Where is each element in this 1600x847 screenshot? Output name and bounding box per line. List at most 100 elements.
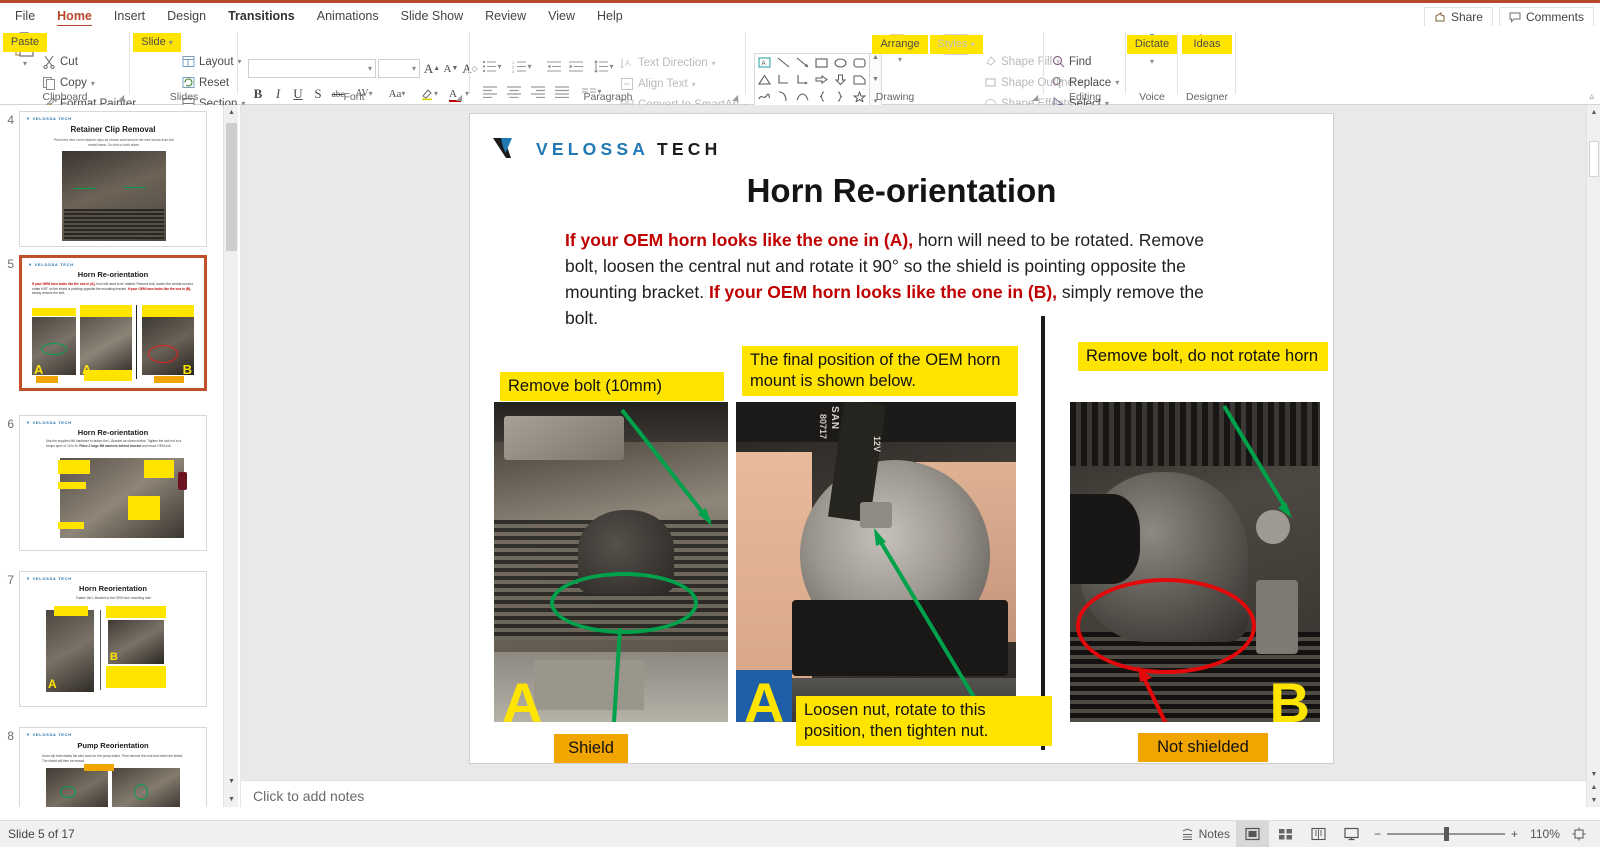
slide-counter[interactable]: Slide 5 of 17 (8, 827, 75, 841)
shape-right-arrow-icon[interactable] (812, 71, 831, 88)
bullets-button[interactable]: ▾ (480, 57, 504, 76)
shape-rounded-rect-icon[interactable] (850, 54, 869, 71)
callout-final-position[interactable]: The final position of the OEM horn mount… (742, 346, 1018, 396)
view-slide-sorter-button[interactable] (1269, 821, 1302, 847)
quick-styles-caret-icon[interactable]: ▾ (970, 39, 974, 50)
view-reading-button[interactable] (1302, 821, 1335, 847)
thumbnail-canvas-5[interactable]: ▼ VELOSSA TECH Horn Re-orientation If yo… (19, 255, 207, 391)
tab-review[interactable]: Review (474, 7, 537, 26)
line-spacing-button[interactable]: ▾ (592, 57, 616, 76)
numbering-button[interactable]: 123 ▾ (510, 57, 534, 76)
font-dialog-launcher[interactable]: ◢ (456, 93, 462, 102)
tab-file[interactable]: File (4, 7, 46, 26)
thumbnail-slide-7[interactable]: 7 ▼ VELOSSA TECH Horn Reorientation Fast… (0, 571, 222, 707)
new-slide-caret-icon[interactable]: ▾ (169, 37, 173, 48)
scroll-thumb[interactable] (1589, 141, 1599, 177)
shape-line-icon[interactable] (774, 54, 793, 71)
font-name-input[interactable]: ▾ (248, 59, 376, 78)
scroll-down-icon[interactable]: ▼ (1587, 767, 1600, 781)
shape-flowchart-icon[interactable] (850, 71, 869, 88)
tab-slide-show[interactable]: Slide Show (390, 7, 475, 26)
previous-slide-icon[interactable]: ▲ (1587, 780, 1600, 794)
shape-arrow-icon[interactable] (793, 54, 812, 71)
tab-help[interactable]: Help (586, 7, 634, 26)
slide-title[interactable]: Horn Re-orientation (470, 172, 1333, 210)
callout-loosen-nut[interactable]: Loosen nut, rotate to this position, the… (796, 696, 1052, 746)
thumbnail-scroll-up-icon[interactable]: ▲ (224, 105, 239, 120)
thumbnail-scroll-end-icon[interactable]: ▼ (224, 792, 239, 807)
paragraph-dialog-launcher[interactable]: ◢ (732, 93, 738, 102)
shape-rect-icon[interactable] (812, 54, 831, 71)
zoom-in-button[interactable]: + (1505, 821, 1524, 847)
copy-button[interactable]: Copy ▾ (42, 76, 95, 90)
layout-button[interactable]: Layout ▾ (182, 55, 242, 68)
reset-button[interactable]: Reset (182, 76, 229, 89)
thumbnail-slide-4[interactable]: 4 ▼ VELOSSA TECH Retainer Clip Removal P… (0, 111, 222, 247)
notes-placeholder[interactable]: Click to add notes (253, 788, 364, 804)
new-slide-button[interactable]: New Slide ▾ (133, 31, 181, 55)
thumbnail-slide-8[interactable]: 8 ▼ VELOSSA TECH Pump Reorientation Undo… (0, 727, 222, 807)
thumbnail-canvas-4[interactable]: ▼ VELOSSA TECH Retainer Clip Removal Pin… (19, 111, 207, 247)
view-normal-button[interactable] (1235, 820, 1269, 847)
grow-font-button[interactable]: A ▲ (422, 59, 442, 78)
callout-remove-no-rotate[interactable]: Remove bolt, do not rotate horn (1078, 342, 1328, 371)
thumbnail-scroll-down-icon[interactable]: ▼ (224, 774, 239, 789)
zoom-slider-handle[interactable] (1443, 827, 1449, 841)
slide-thumbnail-pane[interactable]: 4 ▼ VELOSSA TECH Retainer Clip Removal P… (0, 105, 222, 807)
tab-transitions[interactable]: Transitions (217, 7, 306, 26)
notes-pane[interactable]: Click to add notes (241, 780, 1587, 812)
increase-indent-button[interactable] (566, 57, 586, 76)
notes-toggle-button[interactable]: Notes (1175, 821, 1236, 847)
zoom-out-button[interactable]: − (1368, 821, 1387, 847)
thumbnail-pane-scrollbar[interactable]: ▲ ▼ ▼ (223, 105, 239, 807)
collapse-ribbon-button[interactable]: ▵ (1589, 91, 1594, 102)
copy-caret-icon[interactable]: ▾ (91, 79, 95, 88)
align-text-button[interactable]: Align Text ▾ (620, 77, 696, 91)
text-direction-button[interactable]: A Text Direction ▾ (620, 56, 716, 70)
shrink-font-button[interactable]: A ▼ (441, 59, 461, 78)
callout-shield[interactable]: Shield (554, 734, 628, 763)
photo-a-middle[interactable]: SAN 80717 12V A (736, 402, 1016, 722)
tab-view[interactable]: View (537, 7, 586, 26)
dictate-caret-icon[interactable]: ▾ (1150, 57, 1154, 66)
thumbnail-canvas-8[interactable]: ▼ VELOSSA TECH Pump Reorientation Undo c… (19, 727, 207, 807)
tab-animations[interactable]: Animations (306, 7, 390, 26)
photo-a-left[interactable]: A (494, 402, 728, 722)
cut-button[interactable]: Cut (42, 55, 78, 69)
zoom-slider[interactable] (1386, 827, 1505, 841)
slide-body-text[interactable]: If your OEM horn looks like the one in (… (565, 227, 1225, 331)
shape-oval-icon[interactable] (831, 54, 850, 71)
shape-down-arrow-icon[interactable] (831, 71, 850, 88)
tab-home[interactable]: Home (46, 7, 103, 27)
arrange-caret-icon[interactable]: ▾ (898, 55, 902, 64)
replace-button[interactable]: bc Replace ▾ (1052, 76, 1119, 89)
quick-styles-button[interactable]: Quick Styles ▾ (929, 33, 983, 59)
share-button[interactable]: Share (1423, 7, 1493, 27)
font-size-caret-icon[interactable]: ▾ (412, 64, 416, 73)
thumbnail-slide-6[interactable]: 6 ▼ VELOSSA TECH Horn Re-orientation Use… (0, 415, 222, 551)
shape-triangle-icon[interactable] (755, 71, 774, 88)
decrease-indent-button[interactable] (544, 57, 564, 76)
dictate-button[interactable]: Dictate ▾ (1126, 33, 1178, 66)
tab-design[interactable]: Design (156, 7, 217, 26)
scroll-up-icon[interactable]: ▲ (1587, 105, 1600, 119)
slide-canvas[interactable]: VELOSSA TECH Horn Re-orientation If your… (469, 113, 1334, 764)
next-slide-icon[interactable]: ▼ (1587, 793, 1600, 807)
slide-editing-stage[interactable]: VELOSSA TECH Horn Re-orientation If your… (241, 105, 1587, 780)
arrange-button[interactable]: Arrange ▾ (872, 33, 928, 64)
callout-remove-bolt[interactable]: Remove bolt (10mm) (500, 372, 724, 401)
shapes-scroll-down-icon[interactable]: ▼ (872, 76, 879, 83)
shape-elbow-arrow-icon[interactable] (793, 71, 812, 88)
tab-insert[interactable]: Insert (103, 7, 156, 26)
font-size-input[interactable]: ▾ (378, 59, 420, 78)
thumbnail-scroll-thumb[interactable] (226, 123, 237, 251)
clipboard-dialog-launcher[interactable]: ◢ (118, 93, 124, 102)
thumbnail-slide-5[interactable]: 5 ▼ VELOSSA TECH Horn Re-orientation If … (0, 255, 222, 391)
comments-button[interactable]: Comments (1498, 7, 1594, 27)
main-vertical-scrollbar[interactable]: ▲ ▼ ▲ ▼ (1586, 105, 1600, 807)
photo-b-right[interactable]: B (1070, 402, 1320, 722)
font-name-caret-icon[interactable]: ▾ (368, 64, 372, 73)
thumbnail-canvas-6[interactable]: ▼ VELOSSA TECH Horn Re-orientation Use t… (19, 415, 207, 551)
design-ideas-button[interactable]: Design Ideas (1181, 33, 1233, 55)
drawing-dialog-launcher[interactable]: ◢ (1032, 93, 1038, 102)
